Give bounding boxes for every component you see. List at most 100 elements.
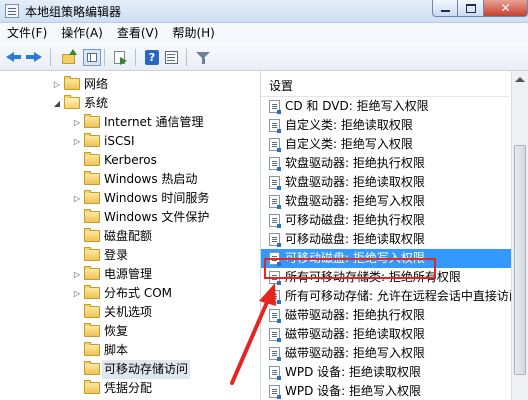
policy-row[interactable]: 可移动磁盘: 拒绝读取权限 (261, 230, 511, 249)
column-header-label: 设置 (269, 79, 294, 93)
policy-setting-icon (269, 100, 281, 114)
policy-label: 自定义类: 拒绝写入权限 (285, 137, 413, 151)
policy-label: WPD 设备: 拒绝读取权限 (285, 365, 422, 379)
minimize-button[interactable] (432, 0, 458, 17)
tree-item[interactable]: ▷ Internet 通信管理 (0, 113, 258, 132)
tree-item-label: Windows 热启动 (104, 172, 198, 186)
tree-item[interactable]: Kerberos (0, 151, 258, 170)
expand-arrow-icon[interactable]: ▷ (52, 75, 62, 94)
policy-label: 可移动磁盘: 拒绝执行权限 (285, 213, 425, 227)
policy-row[interactable]: CD 和 DVD: 拒绝写入权限 (261, 97, 511, 116)
policy-row[interactable]: 自定义类: 拒绝写入权限 (261, 135, 511, 154)
tree-item[interactable]: ▷ 电源管理 (0, 265, 258, 284)
policy-row[interactable]: WPD 设备: 拒绝读取权限 (261, 363, 511, 382)
folder-icon (84, 133, 100, 147)
window-controls: ✕ (432, 0, 528, 18)
tree-item[interactable]: ▷ 分布式 COM (0, 284, 258, 303)
policy-setting-icon (269, 195, 281, 209)
folder-icon (64, 95, 80, 109)
expand-arrow-icon[interactable]: ▷ (72, 284, 82, 303)
policy-setting-icon (269, 385, 281, 399)
policy-row[interactable]: 软盘驱动器: 拒绝写入权限 (261, 192, 511, 211)
policy-setting-icon (269, 233, 281, 247)
folder-icon (84, 361, 100, 375)
folder-icon (84, 342, 100, 356)
policy-row[interactable]: 磁带驱动器: 拒绝执行权限 (261, 306, 511, 325)
collapse-arrow-icon[interactable]: ◢ (52, 94, 62, 113)
policy-row[interactable]: 可移动磁盘: 拒绝执行权限 (261, 211, 511, 230)
menu-file[interactable]: 文件(F) (0, 23, 54, 43)
tree-item-label: 脚本 (104, 343, 129, 357)
expand-arrow-icon[interactable]: ▷ (72, 132, 82, 151)
vertical-scrollbar[interactable] (511, 71, 528, 400)
tree-item[interactable]: ▷ iSCSI (0, 132, 258, 151)
tree-item-label: 分布式 COM (104, 286, 172, 300)
back-icon[interactable] (5, 49, 23, 66)
tree-item[interactable]: 磁盘配额 (0, 227, 258, 246)
export-icon[interactable] (112, 49, 130, 66)
tree-item[interactable]: 凭据分配 (0, 379, 258, 398)
toolbar (0, 44, 528, 71)
policy-setting-icon (269, 176, 281, 190)
expand-arrow-icon[interactable]: ▷ (72, 189, 82, 208)
tree-item[interactable]: ▷ Windows 时间服务 (0, 189, 258, 208)
maximize-icon (465, 3, 476, 13)
properties-icon[interactable] (163, 49, 181, 66)
up-icon[interactable] (60, 49, 78, 66)
folder-icon (84, 266, 100, 280)
policy-row[interactable]: WPD 设备: 拒绝写入权限 (261, 382, 511, 400)
tree-item[interactable]: 关机选项 (0, 303, 258, 322)
menu-action[interactable]: 操作(A) (54, 23, 110, 43)
tree-item-selected[interactable]: 可移动存储访问 (0, 360, 258, 379)
policy-row[interactable]: 所有可移动存储: 允许在远程会话中直接访问 (261, 287, 511, 306)
folder-icon (84, 114, 100, 128)
title-bar: 本地组策略编辑器 ✕ (0, 0, 528, 23)
folder-icon (84, 209, 100, 223)
tree-item-label: iSCSI (104, 134, 135, 148)
filter-icon[interactable] (194, 49, 212, 66)
folder-icon (84, 171, 100, 185)
tree-item-label: Kerberos (104, 153, 157, 167)
expand-arrow-icon[interactable]: ▷ (72, 265, 82, 284)
policy-setting-icon (269, 347, 281, 361)
policy-row[interactable]: 磁带驱动器: 拒绝读取权限 (261, 325, 511, 344)
tree-item-label: 登录 (104, 248, 129, 262)
policy-label: 软盘驱动器: 拒绝执行权限 (285, 156, 425, 170)
tree-item[interactable]: 登录 (0, 246, 258, 265)
policy-label: 磁带驱动器: 拒绝写入权限 (285, 346, 425, 360)
toolbar-separator (104, 49, 105, 66)
policy-setting-icon (269, 138, 281, 152)
policy-setting-icon (269, 157, 281, 171)
tree-item[interactable]: ◢ 系统 (0, 94, 258, 113)
tree-item[interactable]: ▷ 网络 (0, 75, 258, 94)
policy-row[interactable]: 软盘驱动器: 拒绝执行权限 (261, 154, 511, 173)
scrollbar-thumb[interactable] (514, 145, 526, 375)
expand-arrow-icon[interactable]: ▷ (72, 113, 82, 132)
app-icon (5, 4, 19, 18)
tree-item-label: 恢复 (104, 324, 129, 338)
help-icon[interactable] (143, 49, 161, 66)
policy-label: 自定义类: 拒绝读取权限 (285, 118, 413, 132)
policy-label: 磁带驱动器: 拒绝读取权限 (285, 327, 425, 341)
policy-row[interactable]: 自定义类: 拒绝读取权限 (261, 116, 511, 135)
policy-row[interactable]: 软盘驱动器: 拒绝读取权限 (261, 173, 511, 192)
scroll-up-icon[interactable] (515, 77, 525, 82)
menu-view[interactable]: 查看(V) (110, 23, 166, 43)
forward-icon[interactable] (25, 49, 43, 66)
tree-item[interactable]: Windows 热启动 (0, 170, 258, 189)
policy-setting-icon (269, 328, 281, 342)
tree-item[interactable]: 脚本 (0, 341, 258, 360)
close-button[interactable]: ✕ (484, 0, 528, 17)
policy-setting-icon (269, 214, 281, 228)
show-hide-tree-icon[interactable] (83, 49, 101, 66)
menu-help[interactable]: 帮助(H) (165, 23, 221, 43)
column-header-settings[interactable]: 设置 (261, 76, 509, 97)
tree-item[interactable]: Windows 文件保护 (0, 208, 258, 227)
minimize-icon (440, 9, 450, 12)
folder-icon (64, 76, 80, 90)
folder-icon (84, 152, 100, 166)
policy-row[interactable]: 磁带驱动器: 拒绝写入权限 (261, 344, 511, 363)
policy-label: 软盘驱动器: 拒绝写入权限 (285, 194, 425, 208)
tree-item[interactable]: 恢复 (0, 322, 258, 341)
maximize-button[interactable] (458, 0, 484, 17)
